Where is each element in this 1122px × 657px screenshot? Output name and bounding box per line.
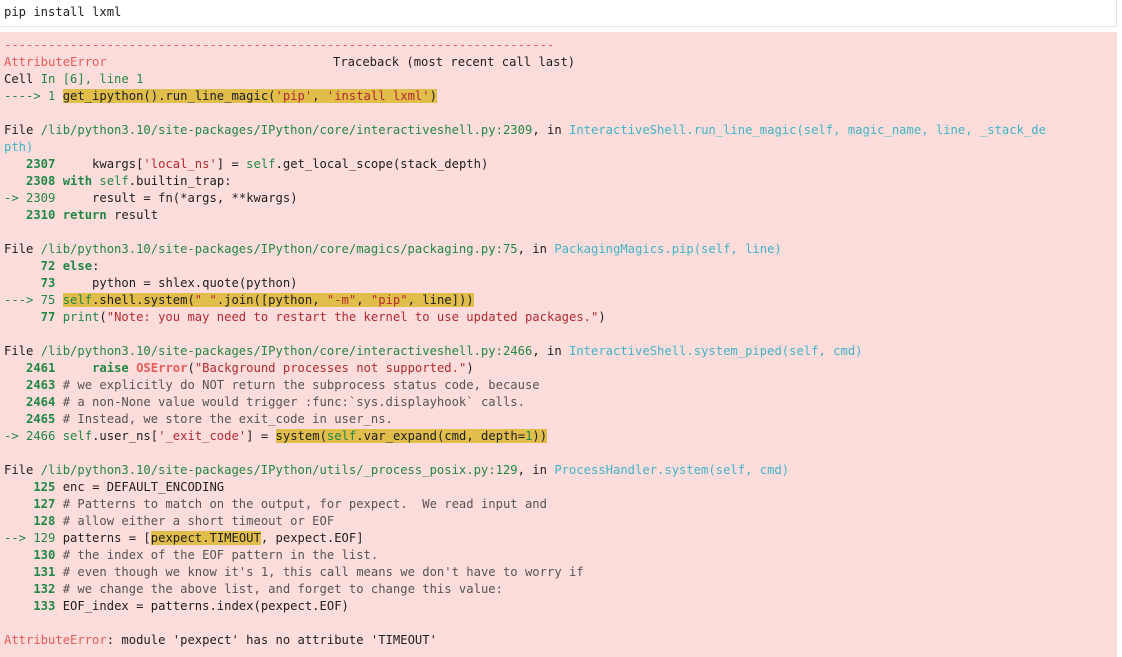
frame-function: PackagingMagics.pip(self, line) bbox=[554, 242, 782, 256]
source-line: 2464 # a non-None value would trigger :f… bbox=[4, 395, 525, 409]
code-input-cell[interactable]: pip install lxml bbox=[0, 0, 1117, 27]
source-line: 73 python = shlex.quote(python) bbox=[4, 276, 298, 290]
source-line-current: --> 129 patterns = [pexpect.TIMEOUT, pex… bbox=[4, 531, 364, 545]
traceback-separator: ----------------------------------------… bbox=[4, 38, 555, 52]
cell-reference: Cell In [6], line 1 bbox=[4, 72, 144, 86]
source-line: 128 # allow either a short timeout or EO… bbox=[4, 514, 335, 528]
source-line: 72 else: bbox=[4, 259, 100, 273]
source-line: 125 enc = DEFAULT_ENCODING bbox=[4, 480, 225, 494]
traceback-label: Traceback (most recent call last) bbox=[333, 55, 576, 69]
frame-function: ProcessHandler.system(self, cmd) bbox=[554, 463, 790, 477]
final-error-line: AttributeError: module 'pexpect' has no … bbox=[4, 632, 437, 649]
input-code[interactable]: pip install lxml bbox=[4, 5, 121, 19]
source-line-current: ---> 75 self.shell.system(" ".join([pyth… bbox=[4, 293, 474, 307]
frame-file-path: /lib/python3.10/site-packages/IPython/ut… bbox=[40, 463, 518, 477]
source-line: 127 # Patterns to match on the output, f… bbox=[4, 497, 547, 511]
source-line: 2310 return result bbox=[4, 208, 159, 222]
frame-header: File /lib/python3.10/site-packages/IPyth… bbox=[4, 344, 863, 358]
frame-file-path: /lib/python3.10/site-packages/IPython/co… bbox=[40, 344, 533, 358]
highlighted-call: pexpect.TIMEOUT bbox=[150, 531, 261, 545]
highlighted-call: get_ipython().run_line_magic('pip', 'ins… bbox=[62, 89, 437, 103]
error-name: AttributeError bbox=[4, 55, 107, 69]
source-line: 133 EOF_index = patterns.index(pexpect.E… bbox=[4, 599, 349, 613]
frame-file-path: /lib/python3.10/site-packages/IPython/co… bbox=[40, 123, 533, 137]
frame-function: InteractiveShell.run_line_magic(self, ma… bbox=[569, 123, 1046, 137]
highlighted-call: self.shell.system(" ".join([python, "-m"… bbox=[62, 293, 474, 307]
source-line: 2463 # we explicitly do NOT return the s… bbox=[4, 378, 540, 392]
error-output: ----------------------------------------… bbox=[0, 32, 1117, 657]
source-line-1: ----> 1 get_ipython().run_line_magic('pi… bbox=[4, 88, 437, 105]
final-error-name: AttributeError bbox=[4, 633, 107, 647]
source-line: 2307 kwargs['local_ns'] = self.get_local… bbox=[4, 157, 489, 171]
frame-function-wrap: pth) bbox=[4, 140, 34, 154]
traceback-header: AttributeError bbox=[4, 54, 107, 71]
frame-header: File /lib/python3.10/site-packages/IPyth… bbox=[4, 123, 1046, 137]
frame-function: InteractiveShell.system_piped(self, cmd) bbox=[569, 344, 863, 358]
final-error-message: : module 'pexpect' has no attribute 'TIM… bbox=[106, 633, 437, 647]
frame-header: File /lib/python3.10/site-packages/IPyth… bbox=[4, 463, 790, 477]
source-line: 2461 raise OSError("Background processes… bbox=[4, 361, 474, 375]
source-line: 132 # we change the above list, and forg… bbox=[4, 582, 503, 596]
source-line: 77 print("Note: you may need to restart … bbox=[4, 310, 606, 324]
source-line: 131 # even though we know it's 1, this c… bbox=[4, 565, 584, 579]
source-line-current: -> 2466 self.user_ns['_exit_code'] = sys… bbox=[4, 429, 548, 443]
highlighted-call: system(self.var_expand(cmd, depth=1)) bbox=[275, 429, 548, 443]
frame-header: File /lib/python3.10/site-packages/IPyth… bbox=[4, 242, 782, 256]
source-line: 2465 # Instead, we store the exit_code i… bbox=[4, 412, 393, 426]
current-line-arrow: ----> 1 bbox=[4, 89, 63, 103]
frame-file-path: /lib/python3.10/site-packages/IPython/co… bbox=[40, 242, 518, 256]
source-line: 130 # the index of the EOF pattern in th… bbox=[4, 548, 379, 562]
cell-ref-link: In [6], line 1 bbox=[40, 72, 144, 86]
source-line-current: -> 2309 result = fn(*args, **kwargs) bbox=[4, 191, 298, 205]
source-line: 2308 with self.builtin_trap: bbox=[4, 174, 232, 188]
